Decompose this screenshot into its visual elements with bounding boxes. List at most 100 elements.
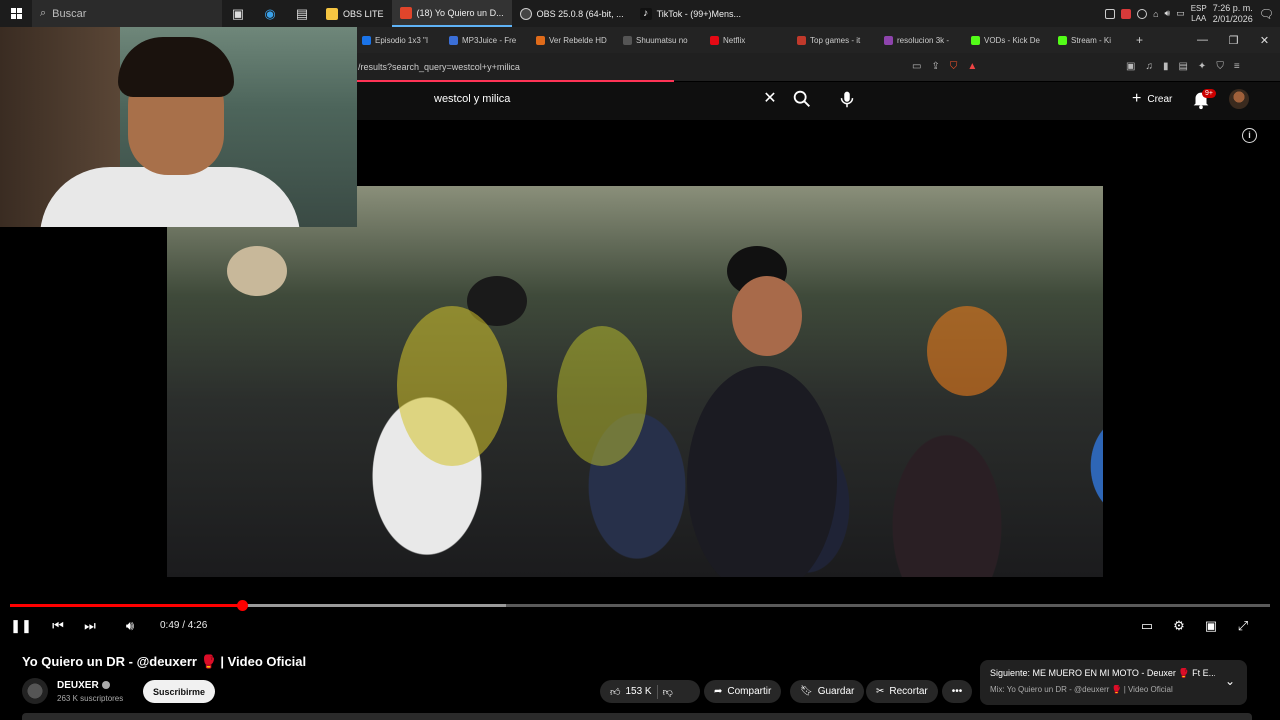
brave-rewards-icon[interactable]: ▲ xyxy=(967,61,977,72)
save-button[interactable]: 🔖︎ Guardar xyxy=(790,680,865,703)
next-icon[interactable]: ⏭︎ xyxy=(80,616,100,636)
taskbar-app-obs-lite[interactable]: OBS LITE xyxy=(318,0,392,27)
youtube-search-input[interactable]: westcol y milica xyxy=(422,85,784,113)
taskbar-app-obs[interactable]: OBS 25.0.8 (64-bit, ... xyxy=(512,0,632,27)
battery-icon[interactable]: ▭ xyxy=(1176,8,1185,19)
subscriber-count: 263 K suscriptores xyxy=(57,694,124,703)
plus-icon: + xyxy=(1132,90,1142,107)
channel-name[interactable]: DEUXER xyxy=(57,680,110,691)
pause-icon[interactable]: ❚❚ xyxy=(10,616,32,636)
taskbar-search[interactable]: ⌕ Buscar xyxy=(32,0,222,27)
taskbar-search-placeholder: Buscar xyxy=(52,7,87,20)
bookmark-favicon-icon xyxy=(797,35,806,45)
create-button[interactable]: + Crear xyxy=(1122,87,1182,111)
like-dislike-group: 👍︎ 153 K 👎︎ xyxy=(600,680,700,703)
thumbs-down-icon[interactable]: 👎︎ xyxy=(663,686,673,698)
search-icon[interactable] xyxy=(790,88,814,110)
start-button[interactable] xyxy=(0,0,32,27)
taskbar-app-tiktok[interactable]: ♪ TikTok - (99+)Mens... xyxy=(632,0,749,27)
toolbar-icons: ▣ ♫ ▮ ▤ ✦ ⛉ ≡ xyxy=(1126,61,1240,72)
vpn-icon[interactable]: ⛉ xyxy=(1216,61,1224,72)
volume-icon[interactable]: 🔊︎ xyxy=(120,616,140,636)
tray-app-icon[interactable] xyxy=(1121,8,1132,19)
bookmark-item[interactable]: VODs - Kick De xyxy=(965,35,1052,45)
language-indicator[interactable]: ESP LAA xyxy=(1191,4,1207,24)
clock[interactable]: 7:26 p. m. 2/01/2026 xyxy=(1213,3,1253,25)
subscribe-button[interactable]: Suscribirme xyxy=(143,680,216,703)
new-tab-icon[interactable]: + xyxy=(1136,33,1143,47)
bookmark-favicon-icon xyxy=(710,35,719,45)
info-icon[interactable]: i xyxy=(1242,128,1257,143)
minimize-icon[interactable]: — xyxy=(1187,27,1218,53)
windows-taskbar: ⌕ Buscar ▣ ◉ ▤ OBS LITE (18) Yo Quiero u… xyxy=(0,0,1280,27)
notifications-badge: 9+ xyxy=(1202,89,1216,98)
bookmark-favicon-icon xyxy=(623,35,632,45)
media-icon[interactable]: ♫ xyxy=(1145,61,1153,72)
user-avatar[interactable] xyxy=(1229,89,1249,109)
bookmark-item[interactable]: MP3Juice - Fre xyxy=(443,35,530,45)
share-icon[interactable]: ⇪ xyxy=(931,61,939,72)
sidebar-icon[interactable]: ▣ xyxy=(1126,61,1135,72)
progress-scrubber[interactable] xyxy=(236,600,248,611)
tiktok-icon: ♪ xyxy=(639,7,652,20)
brave-shields-icon[interactable]: ⛉ xyxy=(950,61,958,72)
time-display: 0:49 / 4:26 xyxy=(160,620,208,631)
previous-icon[interactable]: ⏮︎ xyxy=(48,616,68,636)
bookmark-item[interactable]: Ver Rebelde HD xyxy=(530,35,617,45)
reader-icon[interactable]: ▮ xyxy=(1163,61,1169,72)
bookmark-favicon-icon xyxy=(536,35,545,45)
video-frame[interactable] xyxy=(167,186,1103,577)
microphone-icon[interactable] xyxy=(836,88,858,110)
bookmark-item[interactable]: Shuumatsu no xyxy=(617,35,704,45)
taskbar-app-label: (18) Yo Quiero un D... xyxy=(416,7,504,18)
tray-app-icon[interactable] xyxy=(1137,8,1148,19)
edge-icon[interactable]: ◉ xyxy=(254,0,286,27)
close-window-icon[interactable]: ✕ xyxy=(1249,27,1280,53)
volume-icon[interactable]: 🔊︎ xyxy=(1165,8,1171,19)
bookmark-item[interactable]: Stream - Ki xyxy=(1052,35,1132,45)
clear-search-icon[interactable]: ✕ xyxy=(762,90,778,108)
notification-center-icon[interactable]: 🗨︎ xyxy=(1259,7,1274,21)
video-scene xyxy=(732,276,802,356)
windows-logo-icon xyxy=(10,8,22,19)
captions-icon[interactable]: ▭ xyxy=(1137,616,1157,636)
address-bar[interactable]: /results?search_query=westcol+y+milica ▭… xyxy=(356,53,1280,81)
clip-button[interactable]: ✂︎ Recortar xyxy=(866,680,938,703)
obs-icon xyxy=(519,7,532,20)
task-view-icon[interactable]: ▣ xyxy=(222,0,254,27)
network-icon[interactable]: ⌂ xyxy=(1153,9,1158,19)
channel-avatar[interactable] xyxy=(22,678,48,704)
url-text[interactable]: /results?search_query=westcol+y+milica xyxy=(356,62,520,72)
brave-icon xyxy=(399,6,412,19)
bookmark-favicon-icon xyxy=(362,35,371,45)
lang-bottom: LAA xyxy=(1191,13,1207,23)
taskbar-app-label: OBS LITE xyxy=(343,8,384,19)
keyboard-icon[interactable] xyxy=(1105,8,1116,19)
ai-icon[interactable]: ✦ xyxy=(1198,61,1206,72)
like-button[interactable]: 👍︎ 153 K xyxy=(610,686,652,698)
chevron-down-icon[interactable]: ⌄ xyxy=(1225,674,1235,688)
maximize-icon[interactable]: ❐ xyxy=(1218,27,1249,53)
bookmark-item[interactable]: Episodio 1x3 "I xyxy=(356,35,443,45)
clock-date: 2/01/2026 xyxy=(1212,13,1253,24)
fullscreen-icon[interactable]: ⤢ xyxy=(1233,616,1253,636)
bookmark-item[interactable]: Netflix xyxy=(704,35,791,45)
cast-icon[interactable]: ▭ xyxy=(912,61,921,72)
theater-mode-icon[interactable]: ▣ xyxy=(1201,616,1221,636)
bookmarks-bar: Episodio 1x3 "I MP3Juice - Fre Ver Rebel… xyxy=(356,27,1280,53)
menu-icon[interactable]: ≡ xyxy=(1234,61,1240,72)
system-tray: ⌂ 🔊︎ ▭ ESP LAA 7:26 p. m. 2/01/2026 🗨︎ xyxy=(1105,0,1280,27)
up-next-card[interactable]: Siguiente: ME MUERO EN MI MOTO - Deuxer … xyxy=(980,660,1247,705)
wallet-icon[interactable]: ▤ xyxy=(1178,61,1187,72)
more-actions-icon[interactable]: ••• xyxy=(942,680,972,703)
bookmark-item[interactable]: Top games - it xyxy=(791,35,878,45)
settings-gear-icon[interactable]: ⚙︎ xyxy=(1169,616,1189,636)
save-label: Guardar xyxy=(817,686,855,697)
taskbar-app-label: TikTok - (99+)Mens... xyxy=(656,8,742,19)
store-icon[interactable]: ▤ xyxy=(286,0,318,27)
taskbar-app-browser[interactable]: (18) Yo Quiero un D... xyxy=(391,0,512,27)
share-button[interactable]: ➦ Compartir xyxy=(704,680,782,703)
channel-name-text: DEUXER xyxy=(57,680,99,691)
bookmark-item[interactable]: resolucion 3k - xyxy=(878,35,965,45)
bookmark-label: resolucion 3k - xyxy=(897,35,950,45)
